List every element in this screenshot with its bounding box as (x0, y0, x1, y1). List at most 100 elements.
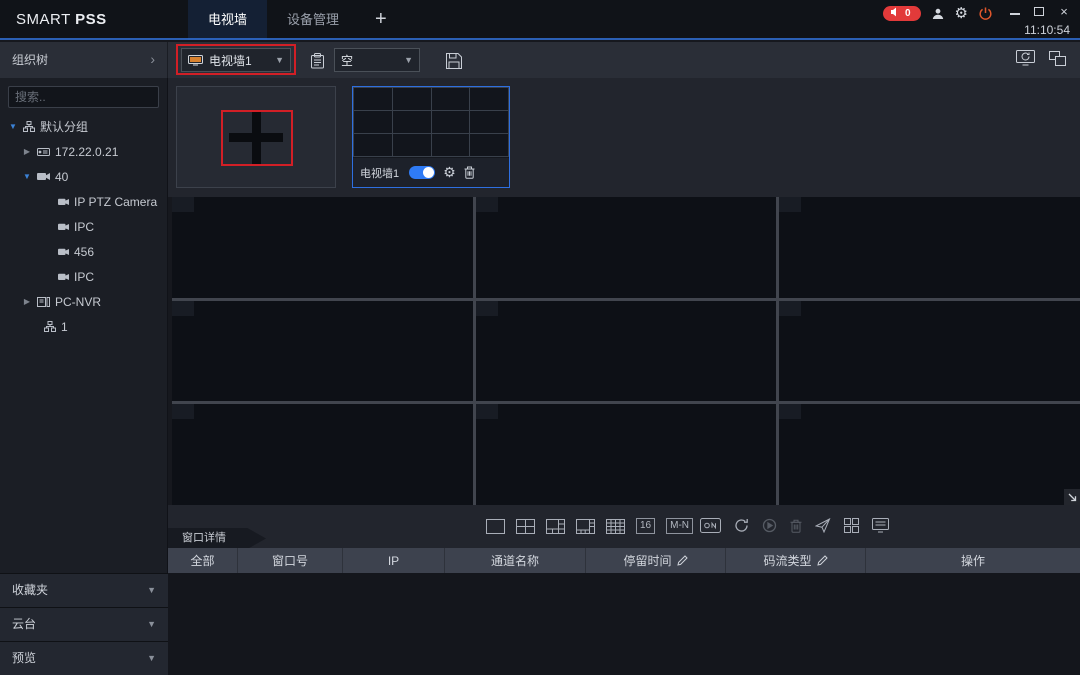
tab-device-manager[interactable]: 设备管理 (267, 0, 359, 40)
chevron-expanded-icon[interactable]: ▼ (22, 172, 32, 181)
tree-item-label: IPC (74, 270, 94, 284)
plan-select-dropdown[interactable]: 空 ▼ (334, 48, 420, 72)
wall-card-selected[interactable]: 电视墙1 ⚙ (352, 86, 510, 188)
channel-camera-icon (58, 198, 69, 206)
tree-item-group-1[interactable]: 1 (0, 314, 168, 339)
save-button[interactable] (441, 49, 467, 73)
camera-icon (37, 172, 50, 181)
search-input[interactable] (9, 90, 176, 104)
split-6-icon[interactable] (546, 519, 565, 534)
window-layout-icon[interactable] (1049, 51, 1066, 69)
tree-item-label: PC-NVR (55, 295, 101, 309)
logo-smart: SMART (16, 11, 70, 28)
panel-preview[interactable]: 预览 ▼ (0, 641, 168, 675)
cell-corner-marker (476, 197, 498, 212)
split-mn-button[interactable]: M-N (666, 518, 693, 534)
cell-corner-marker (779, 301, 801, 316)
col-all[interactable]: 全部 (168, 548, 238, 573)
videowall-cell[interactable] (779, 301, 1080, 402)
speaker-icon (890, 7, 900, 20)
tree-item-device-172[interactable]: ▶ 172.22.0.21 (0, 139, 168, 164)
plan-select-value: 空 (341, 52, 353, 69)
alarm-badge[interactable]: 0 (883, 6, 921, 21)
chevron-collapsed-icon[interactable]: ▶ (22, 297, 32, 306)
tour-rotate-icon[interactable] (734, 518, 749, 533)
app-logo: SMART PSS (16, 11, 107, 28)
screen-grid-icon[interactable] (844, 518, 859, 533)
gear-icon[interactable]: ⚙ (955, 6, 968, 21)
trash-icon-disabled[interactable] (790, 519, 802, 533)
tree-item-channel-ipptz[interactable]: IP PTZ Camera (0, 189, 168, 214)
pencil-icon[interactable] (817, 555, 828, 566)
split-8-icon[interactable] (576, 519, 595, 534)
pc-nvr-icon (37, 297, 50, 307)
smartpss-window: SMART PSS 电视墙 设备管理 + 0 ⚙ × 11:10:54 组织树 … (0, 0, 1080, 675)
send-to-wall-icon[interactable] (815, 518, 831, 533)
close-button[interactable]: × (1058, 5, 1070, 17)
split-1-icon[interactable] (486, 519, 505, 534)
panel-label: 云台 (12, 608, 36, 641)
videowall-cell[interactable] (779, 197, 1080, 298)
chevron-expanded-icon[interactable]: ▼ (8, 122, 18, 131)
videowall-cell[interactable] (172, 301, 473, 402)
chevron-down-icon: ▼ (147, 642, 156, 675)
cell-corner-marker (476, 301, 498, 316)
cell-corner-marker (172, 197, 194, 212)
wall-card-bar: 电视墙1 ⚙ (353, 158, 509, 187)
col-stay-time: 停留时间 (586, 548, 726, 573)
col-stream-type: 码流类型 (726, 548, 866, 573)
videowall-cell[interactable] (779, 404, 1080, 505)
add-wall-card[interactable] (176, 86, 336, 188)
split-16-label-button[interactable]: 16 (636, 518, 655, 534)
tree-item-device-40[interactable]: ▼ 40 (0, 164, 168, 189)
split-16-icon[interactable] (606, 519, 625, 534)
user-icon[interactable] (932, 8, 944, 20)
toolbar: 组织树 › (0, 42, 1080, 78)
maximize-button[interactable] (1034, 7, 1044, 16)
network-status-icon[interactable] (979, 7, 992, 20)
wall-cards-row: 电视墙1 ⚙ (168, 78, 1080, 197)
videowall-cell[interactable] (476, 301, 777, 402)
tree-item-channel-ipc1[interactable]: IPC (0, 214, 168, 239)
channel-camera-icon (58, 273, 69, 281)
wall-select-value: 电视墙1 (209, 52, 252, 69)
replay-icon-disabled[interactable] (762, 518, 777, 533)
tree-item-label: 默认分组 (40, 118, 88, 135)
screen-output-icon[interactable] (872, 518, 889, 533)
tab-tv-wall[interactable]: 电视墙 (188, 0, 267, 40)
panel-ptz[interactable]: 云台 ▼ (0, 607, 168, 641)
split-4-icon[interactable] (516, 519, 535, 534)
cell-corner-marker (172, 301, 194, 316)
minimize-button[interactable] (1010, 8, 1020, 15)
videowall-cell[interactable] (172, 197, 473, 298)
channel-camera-icon (58, 248, 69, 256)
plan-icon-button[interactable] (306, 50, 328, 72)
tree-item-label: 456 (74, 245, 94, 259)
add-tab-button[interactable]: + (359, 0, 403, 40)
panel-label: 预览 (12, 642, 36, 675)
cell-corner-marker (476, 404, 498, 419)
wall-config-gear-icon[interactable]: ⚙ (443, 166, 456, 180)
videowall-cell[interactable] (476, 404, 777, 505)
wall-enable-toggle[interactable] (409, 166, 435, 179)
window-controls: × (1010, 5, 1070, 17)
alarm-count: 0 (905, 8, 911, 19)
videowall-cell[interactable] (476, 197, 777, 298)
tree-item-pc-nvr[interactable]: ▶ PC-NVR (0, 289, 168, 314)
wall-select-dropdown[interactable]: 电视墙1 ▼ (181, 48, 291, 72)
screen-sync-icon[interactable] (1016, 50, 1035, 69)
chevron-collapsed-icon[interactable]: ▶ (22, 147, 32, 156)
logo-pss: PSS (75, 11, 107, 28)
tree-item-channel-456[interactable]: 456 (0, 239, 168, 264)
sidebar-collapse-icon[interactable]: › (150, 42, 155, 76)
pencil-icon[interactable] (677, 555, 688, 566)
panel-favorites[interactable]: 收藏夹 ▼ (0, 573, 168, 607)
wall-delete-trash-icon[interactable] (464, 166, 475, 179)
videowall-cell[interactable] (172, 404, 473, 505)
resize-handle-icon[interactable] (1064, 489, 1080, 505)
decode-on-icon[interactable] (700, 518, 721, 533)
tree-item-label: 40 (55, 170, 68, 184)
window-detail-tab[interactable]: 窗口详情 (168, 528, 266, 549)
tree-item-default-group[interactable]: ▼ 默认分组 (0, 114, 168, 139)
tree-item-channel-ipc2[interactable]: IPC (0, 264, 168, 289)
